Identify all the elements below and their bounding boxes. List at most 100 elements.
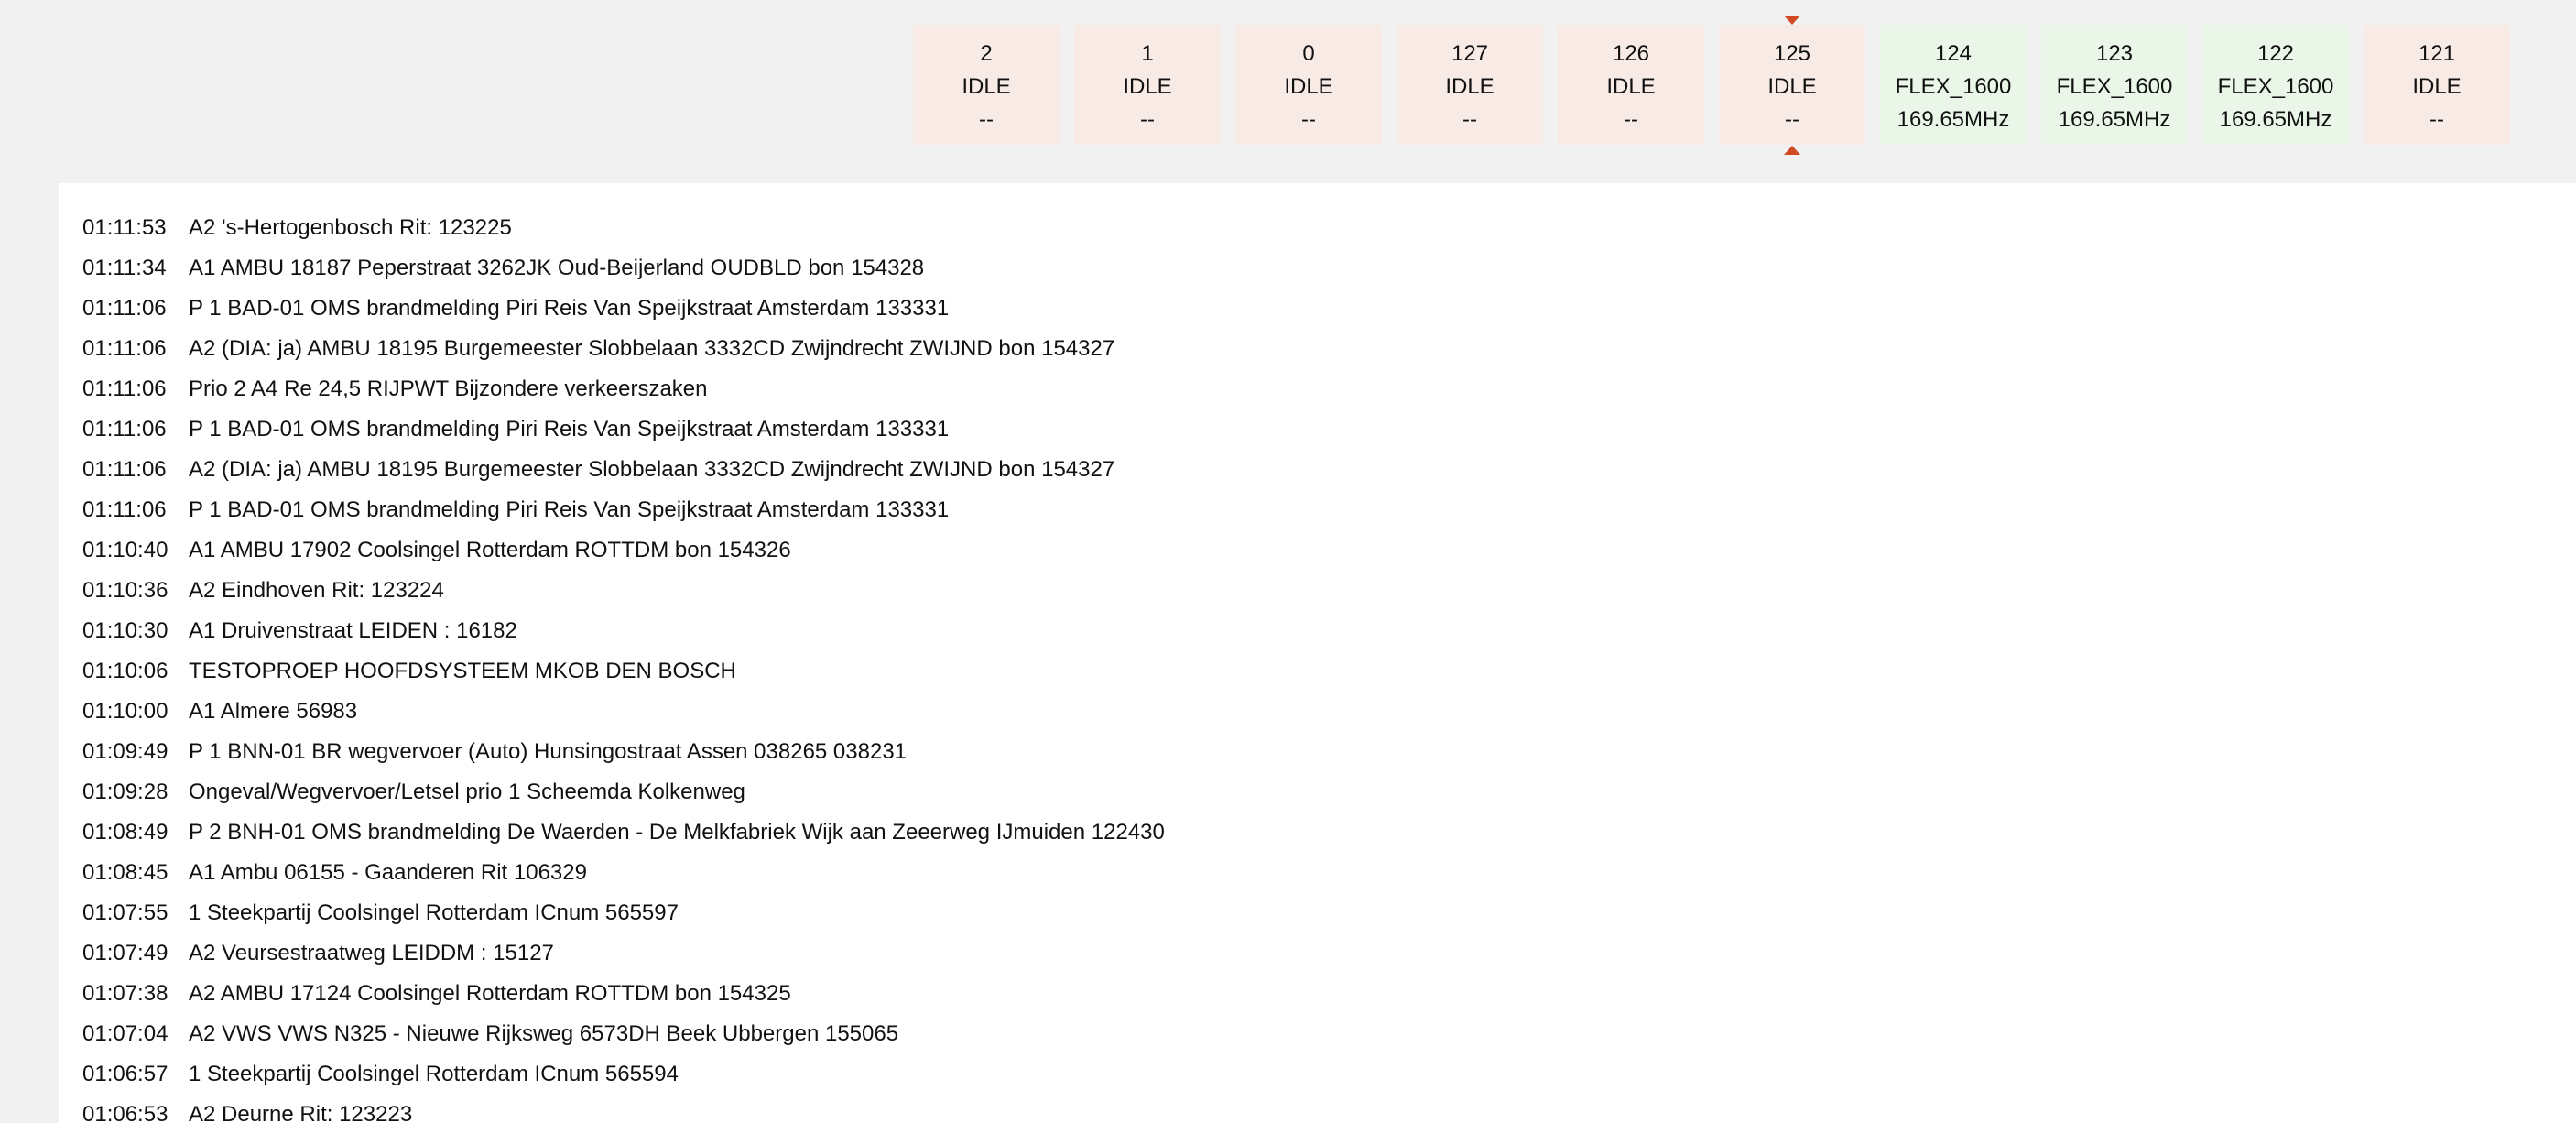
message-list: 01:11:53 A2 's-Hertogenbosch Rit: 123225 0… (59, 183, 2576, 1123)
channel-frequency: -- (1140, 107, 1155, 132)
log-time: 01:07:49 (82, 941, 168, 965)
log-time: 01:07:55 (82, 900, 168, 925)
channel-frequency: 169.65MHz (2058, 107, 2171, 132)
log-row[interactable]: 01:09:28 Ongeval/Wegvervoer/Letsel prio 1… (59, 772, 2576, 812)
log-row[interactable]: 01:11:53 A2 's-Hertogenbosch Rit: 123225 (59, 208, 2576, 248)
log-row[interactable]: 01:09:49 P 1 BNN-01 BR wegvervoer (Auto) … (59, 732, 2576, 772)
log-row[interactable]: 01:08:49 P 2 BNH-01 OMS brandmelding De W… (59, 812, 2576, 853)
log-message: A1 Almere 56983 (189, 699, 358, 724)
log-time: 01:08:49 (82, 820, 168, 845)
channel-frequency: -- (1301, 107, 1316, 132)
log-message: 1 Steekpartij Coolsingel Rotterdam ICnum… (189, 900, 679, 925)
log-time: 01:11:06 (82, 296, 167, 321)
log-row[interactable]: 01:10:06 TESTOPROEP HOOFDSYSTEEM MKOB DEN… (59, 651, 2576, 692)
log-time: 01:10:06 (82, 659, 168, 683)
log-message: P 2 BNH-01 OMS brandmelding De Waerden -… (189, 820, 1165, 845)
channel-id: 122 (2256, 41, 2295, 66)
log-message: A1 AMBU 17902 Coolsingel Rotterdam ROTTD… (189, 538, 791, 562)
log-row[interactable]: 01:11:06 A2 (DIA: ja) AMBU 18195 Burgemee… (59, 450, 2576, 490)
channel-tile[interactable]: 1 IDLE -- (1074, 25, 1221, 145)
log-row[interactable]: 01:07:04 A2 VWS VWS N325 - Nieuwe Rijkswe… (59, 1014, 2576, 1054)
log-time: 01:11:06 (82, 376, 167, 401)
channel-tile[interactable]: 121 IDLE -- (2364, 25, 2510, 145)
log-row[interactable]: 01:11:06 P 1 BAD-01 OMS brandmelding Piri… (59, 490, 2576, 530)
channel-status: FLEX_1600 (2056, 74, 2173, 99)
log-row[interactable]: 01:08:45 A1 Ambu 06155 - Gaanderen Rit 10… (59, 853, 2576, 893)
log-message: P 1 BAD-01 OMS brandmelding Piri Reis Va… (189, 296, 950, 321)
log-row[interactable]: 01:10:00 A1 Almere 56983 (59, 692, 2576, 732)
channel-id: 121 (2418, 41, 2456, 66)
channel-status: IDLE (2412, 74, 2462, 99)
log-time: 01:09:49 (82, 739, 168, 764)
log-time: 01:11:06 (82, 336, 167, 361)
log-message: A2 VWS VWS N325 - Nieuwe Rijksweg 6573DH… (189, 1021, 899, 1046)
log-time: 01:09:28 (82, 780, 168, 804)
log-message: A2 Deurne Rit: 123223 (189, 1102, 413, 1123)
log-time: 01:11:06 (82, 417, 167, 442)
channel-status: IDLE (1445, 74, 1495, 99)
channel-id: 2 (980, 41, 993, 66)
log-message: Prio 2 A4 Re 24,5 RIJPWT Bijzondere verk… (189, 376, 708, 401)
triangle-down-icon (1784, 16, 1800, 25)
log-time: 01:10:36 (82, 578, 168, 603)
channel-id: 123 (2095, 41, 2134, 66)
log-row[interactable]: 01:11:06 P 1 BAD-01 OMS brandmelding Piri… (59, 289, 2576, 329)
log-message: 1 Steekpartij Coolsingel Rotterdam ICnum… (189, 1062, 679, 1086)
log-message: A2 's-Hertogenbosch Rit: 123225 (189, 215, 512, 240)
log-row[interactable]: 01:06:57 1 Steekpartij Coolsingel Rotterd… (59, 1054, 2576, 1095)
channel-status: IDLE (1284, 74, 1333, 99)
channel-tile[interactable]: 127 IDLE -- (1397, 25, 1543, 145)
channel-tile[interactable]: 2 IDLE -- (913, 25, 1060, 145)
channel-id: 126 (1612, 41, 1650, 66)
log-message: A1 Ambu 06155 - Gaanderen Rit 106329 (189, 860, 587, 885)
channel-id: 1 (1141, 41, 1154, 66)
log-row[interactable]: 01:07:49 A2 Veursestraatweg LEIDDM : 1512… (59, 933, 2576, 974)
channel-tile[interactable]: 125 IDLE -- (1719, 25, 1865, 145)
channel-status: IDLE (962, 74, 1011, 99)
channel-tile[interactable]: 122 FLEX_1600 169.65MHz (2202, 25, 2349, 145)
channel-status: FLEX_1600 (1895, 74, 2012, 99)
log-message: A2 Veursestraatweg LEIDDM : 15127 (189, 941, 554, 965)
log-row[interactable]: 01:11:06 Prio 2 A4 Re 24,5 RIJPWT Bijzond… (59, 369, 2576, 409)
log-row[interactable]: 01:11:34 A1 AMBU 18187 Peperstraat 3262JK… (59, 248, 2576, 289)
channel-frequency: -- (1462, 107, 1477, 132)
channel-id: 124 (1934, 41, 1973, 66)
log-row[interactable]: 01:06:53 A2 Deurne Rit: 123223 (59, 1095, 2576, 1123)
log-message: P 1 BAD-01 OMS brandmelding Piri Reis Va… (189, 417, 950, 442)
log-row[interactable]: 01:10:40 A1 AMBU 17902 Coolsingel Rotterd… (59, 530, 2576, 571)
channel-frequency: 169.65MHz (1897, 107, 2010, 132)
channel-tile[interactable]: 124 FLEX_1600 169.65MHz (1880, 25, 2027, 145)
channel-status: IDLE (1123, 74, 1172, 99)
log-message: A2 (DIA: ja) AMBU 18195 Burgemeester Slo… (189, 457, 1115, 482)
log-row[interactable]: 01:07:38 A2 AMBU 17124 Coolsingel Rotterd… (59, 974, 2576, 1014)
log-time: 01:10:40 (82, 538, 168, 562)
log-time: 01:11:53 (82, 215, 167, 240)
message-log: 01:11:53 A2 's-Hertogenbosch Rit: 123225 0… (59, 183, 2576, 1123)
channel-tile[interactable]: 123 FLEX_1600 169.65MHz (2041, 25, 2188, 145)
log-row[interactable]: 01:10:36 A2 Eindhoven Rit: 123224 (59, 571, 2576, 611)
log-row[interactable]: 01:10:30 A1 Druivenstraat LEIDEN : 16182 (59, 611, 2576, 651)
channel-frequency: -- (1785, 107, 1799, 132)
channel-frequency: 169.65MHz (2219, 107, 2332, 132)
channel-tile[interactable]: 0 IDLE -- (1235, 25, 1382, 145)
log-row[interactable]: 01:11:06 P 1 BAD-01 OMS brandmelding Piri… (59, 409, 2576, 450)
log-message: P 1 BAD-01 OMS brandmelding Piri Reis Va… (189, 497, 950, 522)
log-time: 01:11:06 (82, 497, 167, 522)
log-message: Ongeval/Wegvervoer/Letsel prio 1 Scheemd… (189, 780, 745, 804)
triangle-up-icon (1784, 146, 1800, 155)
channel-id: 125 (1773, 41, 1811, 66)
channel-frequency: -- (1624, 107, 1638, 132)
log-message: A1 AMBU 18187 Peperstraat 3262JK Oud-Bei… (189, 256, 925, 280)
log-message: P 1 BNN-01 BR wegvervoer (Auto) Hunsingo… (189, 739, 908, 764)
log-time: 01:06:57 (82, 1062, 168, 1086)
channel-frequency: -- (2429, 107, 2444, 132)
log-time: 01:11:06 (82, 457, 167, 482)
log-row[interactable]: 01:11:06 A2 (DIA: ja) AMBU 18195 Burgemee… (59, 329, 2576, 369)
log-time: 01:10:00 (82, 699, 168, 724)
channel-frequency: -- (979, 107, 994, 132)
log-message: A2 AMBU 17124 Coolsingel Rotterdam ROTTD… (189, 981, 791, 1006)
channel-tile[interactable]: 126 IDLE -- (1558, 25, 1704, 145)
channel-status: FLEX_1600 (2217, 74, 2334, 99)
log-row[interactable]: 01:07:55 1 Steekpartij Coolsingel Rotterd… (59, 893, 2576, 933)
pager-monitor: 2 IDLE -- 1 IDLE -- 0 IDLE -- 127 IDLE -… (0, 0, 2576, 1123)
